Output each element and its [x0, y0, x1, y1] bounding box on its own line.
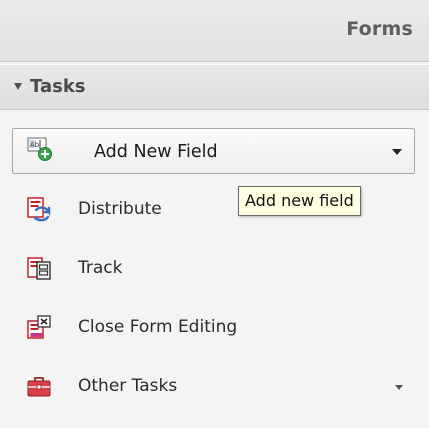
close-form-editing-icon: [27, 315, 51, 339]
forms-panel: Forms Tasks Ab Add New Field Distribute …: [0, 0, 429, 428]
panel-header[interactable]: Forms: [0, 0, 429, 62]
tasks-section-title: Tasks: [30, 76, 86, 97]
add-field-icon: Ab: [27, 137, 52, 161]
collapse-triangle-icon[interactable]: [14, 83, 22, 90]
track-button[interactable]: Track: [12, 246, 415, 292]
tasks-section-header[interactable]: Tasks: [0, 64, 429, 110]
add-new-field-button[interactable]: Ab Add New Field: [12, 128, 415, 174]
distribute-label: Distribute: [78, 199, 162, 219]
distribute-icon: [27, 197, 51, 222]
tooltip: Add new field: [238, 186, 361, 216]
close-form-editing-button[interactable]: Close Form Editing: [12, 305, 415, 351]
close-form-editing-label: Close Form Editing: [78, 317, 238, 337]
chevron-down-icon[interactable]: [392, 149, 402, 155]
other-tasks-button[interactable]: Other Tasks: [12, 364, 415, 410]
track-label: Track: [78, 258, 123, 278]
other-tasks-label: Other Tasks: [78, 376, 178, 396]
chevron-down-icon[interactable]: [395, 385, 403, 390]
panel-title: Forms: [346, 18, 413, 40]
track-icon: [27, 257, 51, 280]
task-list: Ab Add New Field Distribute Track Close …: [0, 110, 429, 428]
toolbox-icon: [27, 377, 51, 397]
add-new-field-label: Add New Field: [94, 142, 218, 162]
svg-text:Ab: Ab: [30, 141, 40, 149]
